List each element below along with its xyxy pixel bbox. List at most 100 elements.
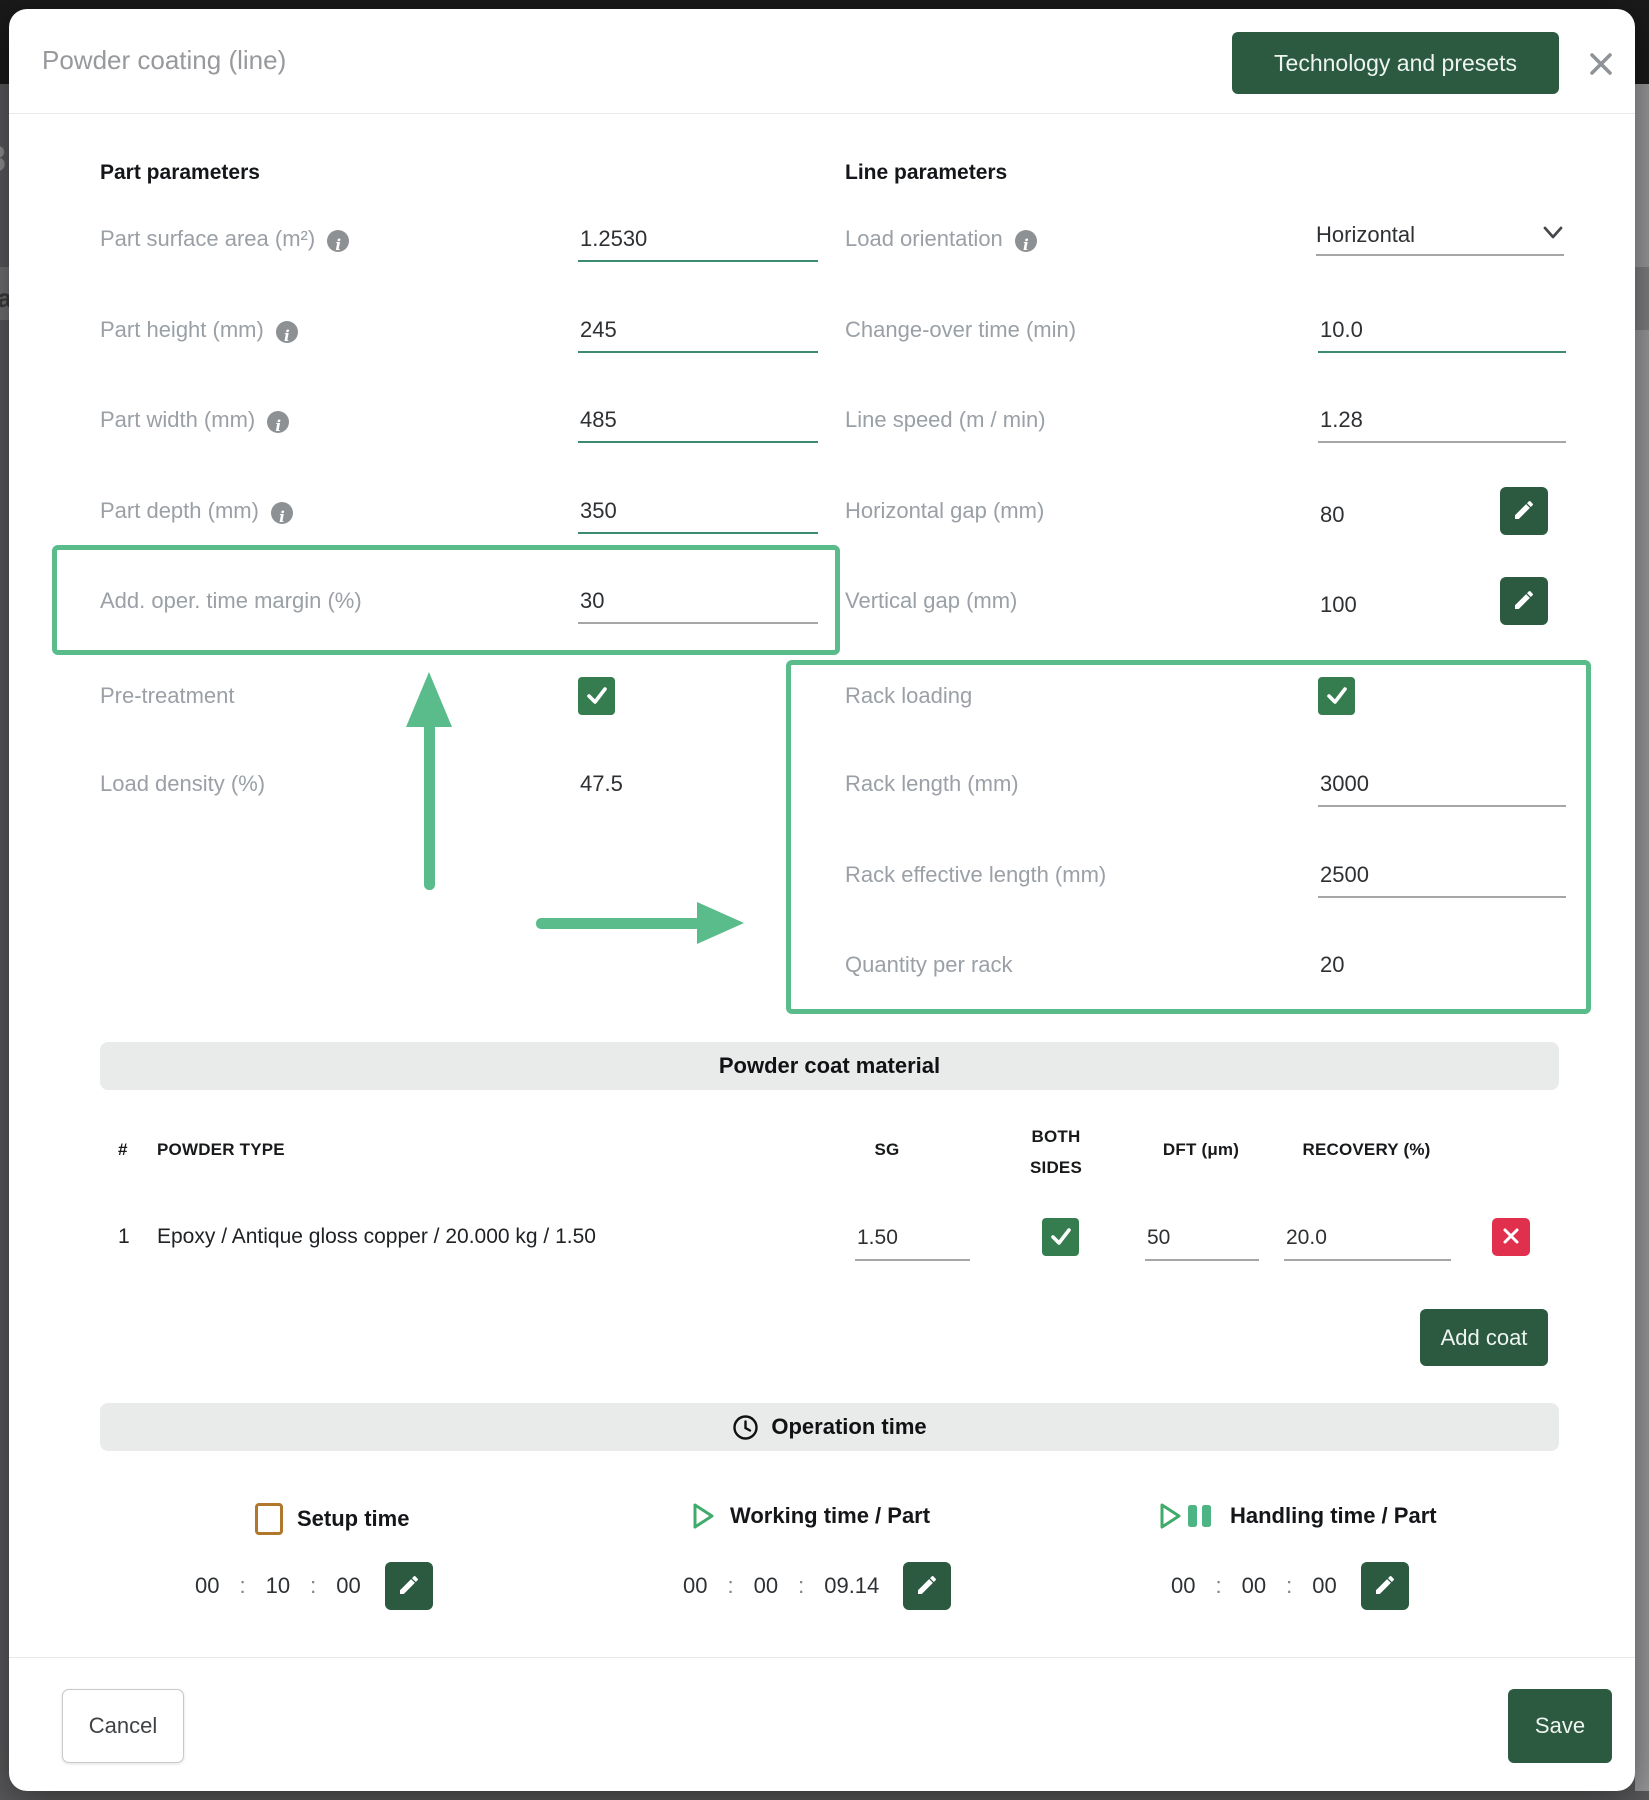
setup-time-edit-button[interactable] [385, 1562, 433, 1610]
material-row-number: 1 [118, 1225, 130, 1249]
material-sg-input[interactable] [855, 1222, 970, 1261]
vertical-gap-edit-button[interactable] [1500, 577, 1548, 625]
working-hours: 00 [683, 1573, 707, 1599]
part-height-input[interactable] [578, 314, 818, 353]
info-icon[interactable] [276, 321, 298, 343]
pencil-icon [1373, 1573, 1397, 1600]
info-icon[interactable] [271, 502, 293, 524]
part-parameters-heading: Part parameters [100, 161, 260, 185]
both-sides-checkbox[interactable] [1042, 1218, 1079, 1256]
pretreatment-label: Pre-treatment [100, 683, 235, 709]
changeover-time-label: Change-over time (min) [845, 317, 1076, 343]
header-divider [9, 113, 1635, 114]
setup-time-header: Setup time [255, 1503, 409, 1535]
time-margin-label: Add. oper. time margin (%) [100, 588, 362, 614]
load-orientation-label: Load orientation [845, 226, 1037, 252]
surface-area-label: Part surface area (m²) [100, 226, 349, 252]
pretreatment-checkbox[interactable] [578, 677, 615, 715]
chevron-down-icon [1542, 226, 1564, 245]
changeover-time-input[interactable] [1318, 314, 1566, 353]
part-depth-input[interactable] [578, 495, 818, 534]
time-margin-input[interactable] [578, 585, 818, 624]
technology-presets-button[interactable]: Technology and presets [1232, 32, 1559, 94]
setup-minutes: 10 [266, 1573, 290, 1599]
working-minutes: 00 [754, 1573, 778, 1599]
info-icon[interactable] [327, 230, 349, 252]
material-row-type: Epoxy / Antique gloss copper / 20.000 kg… [157, 1225, 596, 1249]
column-header-dft: DFT (μm) [1145, 1140, 1257, 1160]
powder-material-heading: Powder coat material [719, 1053, 940, 1079]
vertical-gap-value: 100 [1320, 592, 1357, 618]
rack-length-input[interactable] [1318, 768, 1566, 807]
working-time-header: Working time / Part [691, 1501, 930, 1531]
screen: 3 Pa Powder coating (line) Technology an… [0, 0, 1649, 1800]
column-header-sg: SG [855, 1140, 919, 1160]
setup-hours: 00 [195, 1573, 219, 1599]
background-gap [0, 1791, 1649, 1800]
setup-time-icon [255, 1503, 283, 1535]
part-width-input[interactable] [578, 404, 818, 443]
delete-x-icon [1501, 1226, 1521, 1249]
play-pause-icon [1158, 1501, 1216, 1531]
line-speed-label: Line speed (m / min) [845, 407, 1046, 433]
handling-time-header: Handling time / Part [1158, 1501, 1437, 1531]
rack-loading-label: Rack loading [845, 683, 972, 709]
surface-area-input[interactable] [578, 223, 818, 262]
line-speed-input[interactable] [1318, 404, 1566, 443]
line-parameters-heading: Line parameters [845, 161, 1007, 185]
load-density-value: 47.5 [580, 771, 623, 797]
play-icon [691, 1501, 716, 1531]
material-dft-input[interactable] [1145, 1222, 1259, 1261]
add-coat-button[interactable]: Add coat [1420, 1309, 1548, 1366]
load-orientation-value: Horizontal [1316, 222, 1415, 248]
dialog-title: Powder coating (line) [42, 45, 286, 76]
annotation-arrow-up-head [406, 672, 452, 727]
load-density-label: Load density (%) [100, 771, 265, 797]
handling-time-value: 00 : 00 : 00 [1171, 1562, 1409, 1610]
horizontal-gap-label: Horizontal gap (mm) [845, 498, 1044, 524]
close-icon [1585, 68, 1617, 83]
setup-time-value: 00 : 10 : 00 [195, 1562, 433, 1610]
working-time-value: 00 : 00 : 09.14 [683, 1562, 951, 1610]
horizontal-gap-edit-button[interactable] [1500, 487, 1548, 535]
column-header-recovery: RECOVERY (%) [1284, 1140, 1449, 1160]
page-scrollbar-thumb[interactable] [1635, 267, 1649, 330]
vertical-gap-label: Vertical gap (mm) [845, 588, 1017, 614]
operation-time-heading: Operation time [771, 1414, 926, 1440]
annotation-arrow-right-shaft [536, 918, 701, 929]
pencil-icon [915, 1573, 939, 1600]
load-orientation-select[interactable]: Horizontal [1316, 216, 1564, 256]
quantity-per-rack-label: Quantity per rack [845, 952, 1013, 978]
rack-loading-checkbox[interactable] [1318, 677, 1355, 715]
page-scrollbar[interactable] [1635, 84, 1649, 1800]
column-header-num: # [118, 1140, 128, 1160]
close-button[interactable] [1581, 45, 1621, 85]
horizontal-gap-value: 80 [1320, 502, 1344, 528]
checkmark-icon [1324, 682, 1350, 711]
info-icon[interactable] [267, 411, 289, 433]
material-recovery-input[interactable] [1284, 1222, 1451, 1261]
working-time-edit-button[interactable] [903, 1562, 951, 1610]
cancel-button[interactable]: Cancel [62, 1689, 184, 1763]
powder-material-section-header: Powder coat material [100, 1042, 1559, 1090]
part-width-label: Part width (mm) [100, 407, 289, 433]
rack-effective-length-input[interactable] [1318, 859, 1566, 898]
operation-time-section-header: Operation time [100, 1403, 1559, 1451]
column-header-powder-type: POWDER TYPE [157, 1140, 285, 1160]
handling-time-edit-button[interactable] [1361, 1562, 1409, 1610]
clock-icon [732, 1414, 759, 1441]
pencil-icon [1512, 498, 1536, 525]
annotation-arrow-right-head [697, 902, 744, 944]
setup-seconds: 00 [336, 1573, 360, 1599]
handling-minutes: 00 [1242, 1573, 1266, 1599]
handling-time-label: Handling time / Part [1230, 1503, 1437, 1529]
rack-length-label: Rack length (mm) [845, 771, 1019, 797]
delete-coat-button[interactable] [1492, 1218, 1530, 1256]
pencil-icon [1512, 588, 1536, 615]
info-icon[interactable] [1015, 230, 1037, 252]
setup-time-label: Setup time [297, 1506, 409, 1532]
working-seconds: 09.14 [824, 1573, 879, 1599]
save-button[interactable]: Save [1508, 1689, 1612, 1763]
quantity-per-rack-value: 20 [1320, 952, 1344, 978]
handling-seconds: 00 [1312, 1573, 1336, 1599]
